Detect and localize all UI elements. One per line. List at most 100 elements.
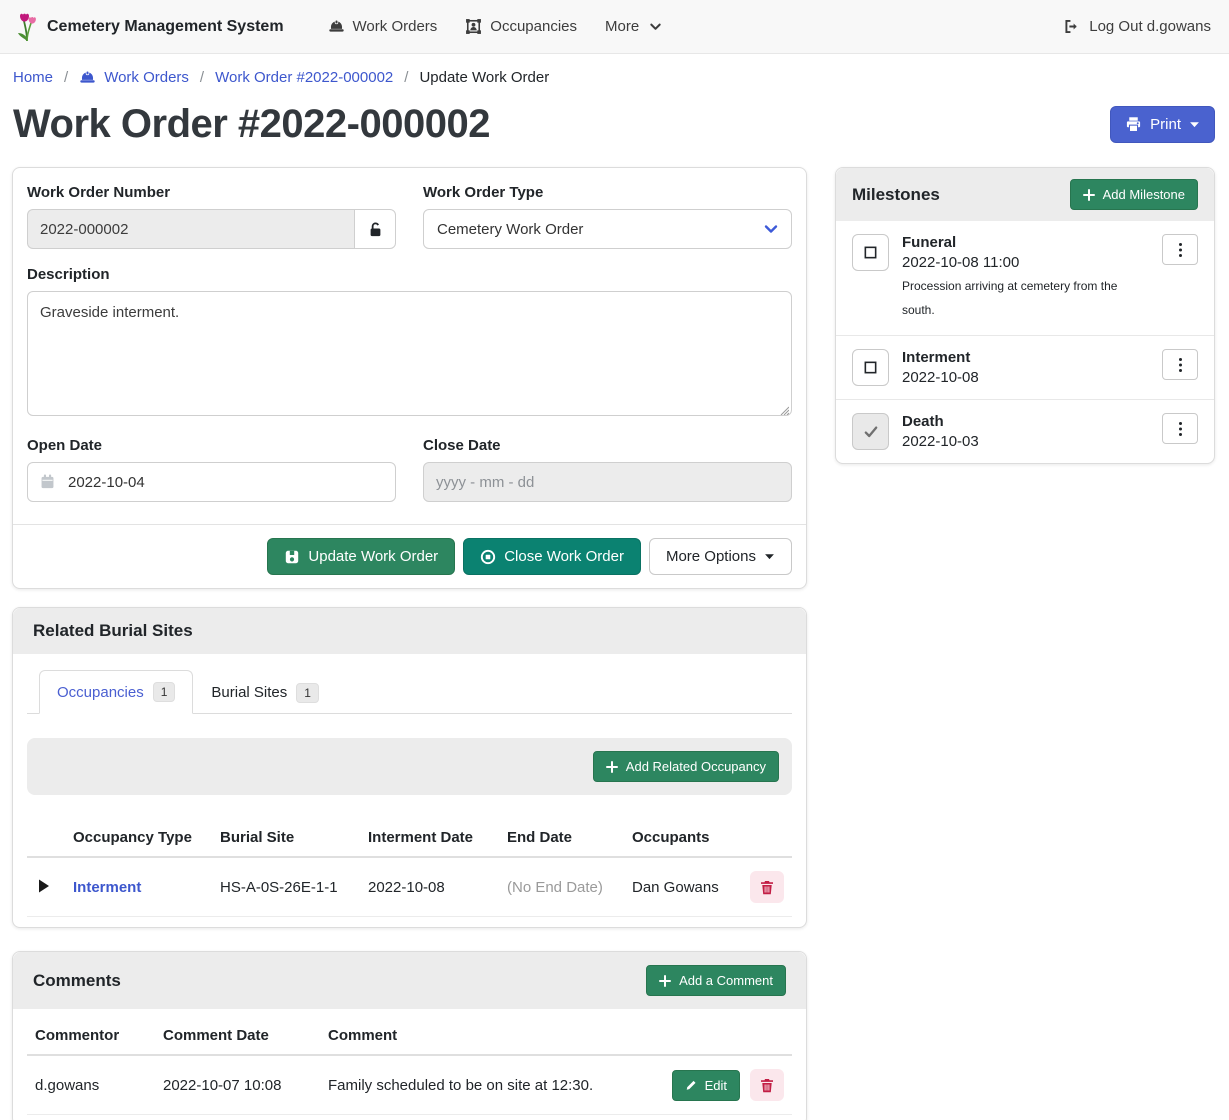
- breadcrumb-separator: /: [200, 69, 204, 86]
- delete-comment-button[interactable]: [750, 1069, 784, 1101]
- add-related-occupancy-button[interactable]: Add Related Occupancy: [593, 751, 779, 782]
- tab-burial-sites-label: Burial Sites: [211, 684, 287, 701]
- trash-icon: [760, 880, 774, 895]
- caret-down-icon: [764, 551, 775, 562]
- milestone-date: 2022-10-03: [902, 433, 1149, 450]
- milestones-title: Milestones: [852, 185, 940, 205]
- hardhat-icon: [328, 18, 345, 35]
- more-options-label: More Options: [666, 548, 756, 565]
- tab-burial-sites-badge: 1: [296, 683, 319, 703]
- add-comment-label: Add a Comment: [679, 973, 773, 988]
- milestone-checkbox-checked[interactable]: [852, 413, 889, 450]
- chevron-down-icon: [649, 20, 662, 33]
- edit-comment-label: Edit: [705, 1078, 727, 1093]
- burial-site-header: Burial Site: [212, 819, 360, 857]
- comment-actions-header: [664, 1017, 792, 1055]
- comments-table: Commentor Comment Date Comment d.gowans …: [27, 1017, 792, 1115]
- print-button[interactable]: Print: [1110, 106, 1215, 143]
- milestone-menu-button[interactable]: [1162, 234, 1198, 265]
- close-date-label: Close Date: [423, 437, 792, 454]
- comment-header: Comment: [320, 1017, 664, 1055]
- print-label: Print: [1150, 116, 1181, 133]
- milestone-checkbox[interactable]: [852, 234, 889, 271]
- lock-open-icon: [367, 221, 384, 238]
- work-order-form-card: Work Order Number: [12, 167, 807, 589]
- nav-more[interactable]: More: [591, 10, 676, 43]
- comments-card: Comments Add a Comment Commentor Comment…: [12, 951, 807, 1120]
- breadcrumb-home[interactable]: Home: [13, 69, 53, 86]
- milestone-item-funeral: Funeral 2022-10-08 11:00 Procession arri…: [836, 221, 1214, 336]
- milestone-checkbox[interactable]: [852, 349, 889, 386]
- plus-icon: [1083, 189, 1095, 201]
- nav-occupancies-label: Occupancies: [490, 18, 577, 35]
- milestone-item-interment: Interment 2022-10-08: [836, 336, 1214, 400]
- breadcrumb-work-orders-label: Work Orders: [104, 69, 189, 86]
- pencil-icon: [685, 1079, 697, 1091]
- nav-work-orders[interactable]: Work Orders: [314, 10, 452, 43]
- tab-occupancies[interactable]: Occupancies 1: [39, 670, 193, 714]
- milestones-card: Milestones Add Milestone Funeral 2022-10: [835, 167, 1215, 464]
- occupancies-toolbar: Add Related Occupancy: [27, 738, 792, 795]
- add-milestone-button[interactable]: Add Milestone: [1070, 179, 1198, 210]
- save-icon: [284, 549, 300, 565]
- close-date-input[interactable]: [423, 462, 792, 502]
- nav-occupancies[interactable]: Occupancies: [451, 10, 591, 43]
- interment-date-cell: 2022-10-08: [360, 857, 499, 917]
- chevron-down-icon: [764, 222, 778, 236]
- occupancy-icon: [465, 18, 482, 35]
- related-tabs: Occupancies 1 Burial Sites 1: [27, 670, 792, 714]
- unlock-button[interactable]: [354, 209, 396, 249]
- tulip-logo-icon: [16, 12, 38, 42]
- expand-row-button[interactable]: [35, 876, 53, 896]
- hardhat-icon: [79, 69, 96, 86]
- printer-icon: [1125, 116, 1142, 133]
- description-textarea[interactable]: [27, 291, 792, 416]
- work-order-type-select[interactable]: Cemetery Work Order: [423, 209, 792, 249]
- add-comment-button[interactable]: Add a Comment: [646, 965, 786, 996]
- occupancy-type-link[interactable]: Interment: [73, 879, 141, 896]
- add-milestone-label: Add Milestone: [1103, 187, 1185, 202]
- milestone-date: 2022-10-08: [902, 369, 1149, 386]
- close-work-order-button[interactable]: Close Work Order: [463, 538, 641, 575]
- work-order-type-label: Work Order Type: [423, 184, 792, 201]
- breadcrumb-separator: /: [64, 69, 68, 86]
- top-navbar: Cemetery Management System Work Orders O…: [0, 0, 1229, 54]
- nav-more-label: More: [605, 18, 639, 35]
- work-order-type-value: Cemetery Work Order: [437, 221, 583, 238]
- edit-comment-button[interactable]: Edit: [672, 1070, 740, 1101]
- kebab-menu-icon: [1178, 421, 1183, 437]
- actions-column-header: [742, 819, 792, 857]
- logout-button[interactable]: Log Out d.gowans: [1061, 10, 1213, 43]
- add-related-occupancy-label: Add Related Occupancy: [626, 759, 766, 774]
- breadcrumb-work-order-number[interactable]: Work Order #2022-000002: [215, 69, 393, 86]
- burial-site-cell: HS-A-0S-26E-1-1: [212, 857, 360, 917]
- update-work-order-button[interactable]: Update Work Order: [267, 538, 455, 575]
- checkmark-icon: [863, 424, 879, 440]
- logout-icon: [1063, 18, 1080, 35]
- open-date-input[interactable]: [27, 462, 396, 502]
- milestone-title: Funeral: [902, 234, 1149, 251]
- breadcrumb: Home / Work Orders / Work Order #2022-00…: [0, 54, 1229, 96]
- milestone-date: 2022-10-08 11:00: [902, 254, 1149, 271]
- expand-column-header: [27, 819, 65, 857]
- plus-icon: [659, 975, 671, 987]
- breadcrumb-work-orders[interactable]: Work Orders: [79, 69, 189, 86]
- milestone-description: Procession arriving at cemetery from the…: [902, 274, 1132, 322]
- milestone-menu-button[interactable]: [1162, 413, 1198, 444]
- milestone-menu-button[interactable]: [1162, 349, 1198, 380]
- work-order-number-input[interactable]: [27, 209, 354, 249]
- tab-burial-sites[interactable]: Burial Sites 1: [193, 670, 337, 714]
- more-options-button[interactable]: More Options: [649, 538, 792, 575]
- end-date-header: End Date: [499, 819, 624, 857]
- occupancies-table: Occupancy Type Burial Site Interment Dat…: [27, 819, 792, 917]
- delete-occupancy-button[interactable]: [750, 871, 784, 903]
- brand[interactable]: Cemetery Management System: [16, 12, 284, 42]
- page-title: Work Order #2022-000002: [13, 102, 490, 147]
- description-label: Description: [27, 266, 792, 283]
- calendar-icon: [39, 473, 56, 490]
- comment-date-header: Comment Date: [155, 1017, 320, 1055]
- related-burial-sites-card: Related Burial Sites Occupancies 1 Buria…: [12, 607, 807, 928]
- work-order-number-label: Work Order Number: [27, 184, 396, 201]
- open-date-label: Open Date: [27, 437, 396, 454]
- close-work-order-label: Close Work Order: [504, 548, 624, 565]
